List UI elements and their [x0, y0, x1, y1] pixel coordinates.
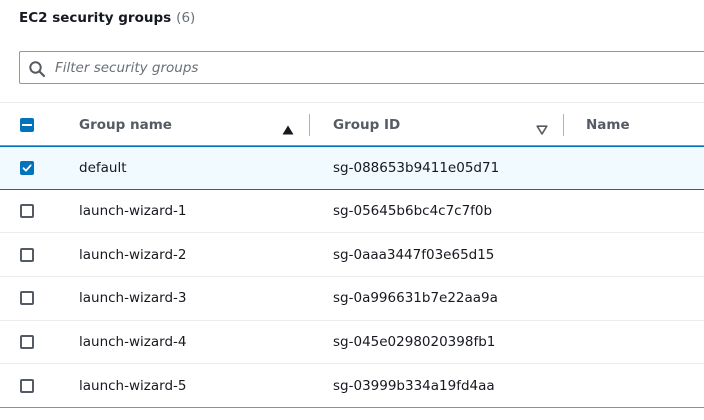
column-divider[interactable]	[563, 114, 564, 136]
group-name-cell: launch-wizard-2	[79, 246, 187, 263]
table-row[interactable]: launch-wizard-4 sg-045e0298020398fb1	[0, 320, 704, 365]
group-name-cell: launch-wizard-5	[79, 377, 187, 394]
group-id-cell: sg-0aaa3447f03e65d15	[333, 246, 495, 263]
column-header-group-id[interactable]: Group ID	[333, 103, 400, 146]
group-name-cell: launch-wizard-1	[79, 203, 187, 220]
panel-title-count: (6)	[176, 10, 196, 26]
table-header: Group name Group ID Name	[0, 102, 704, 146]
security-groups-table: Group name Group ID Name default sg-0886…	[0, 102, 704, 409]
panel-header: EC2 security groups (6)	[19, 8, 195, 28]
row-checkbox[interactable]	[20, 291, 34, 306]
group-id-cell: sg-03999b334a19fd4aa	[333, 377, 495, 394]
select-all-checkbox[interactable]	[20, 118, 34, 132]
table-row[interactable]: launch-wizard-5 sg-03999b334a19fd4aa	[0, 364, 704, 409]
table-row[interactable]: launch-wizard-1 sg-05645b6bc4c7c7f0b	[0, 189, 704, 234]
search-icon	[28, 60, 46, 78]
group-name-cell: launch-wizard-4	[79, 334, 187, 351]
row-checkbox[interactable]	[20, 378, 34, 393]
checkmark-icon	[22, 164, 32, 172]
group-name-cell: launch-wizard-3	[79, 290, 187, 307]
group-name-cell: default	[79, 159, 127, 176]
row-checkbox[interactable]	[20, 247, 34, 262]
table-row[interactable]: launch-wizard-3 sg-0a996631b7e22aa9a	[0, 277, 704, 321]
group-id-cell: sg-0a996631b7e22aa9a	[333, 290, 498, 307]
table-row[interactable]: default sg-088653b9411e05d71	[0, 146, 704, 190]
table-row[interactable]: launch-wizard-2 sg-0aaa3447f03e65d15	[0, 233, 704, 278]
column-header-group-name[interactable]: Group name	[79, 103, 172, 146]
filter-field[interactable]	[19, 51, 704, 84]
column-divider[interactable]	[309, 114, 310, 136]
group-id-cell: sg-045e0298020398fb1	[333, 334, 496, 351]
row-checkbox[interactable]	[20, 335, 34, 350]
panel-title: EC2 security groups	[19, 10, 172, 26]
column-header-name[interactable]: Name	[586, 103, 630, 146]
row-checkbox[interactable]	[20, 204, 34, 219]
sort-ascending-icon[interactable]	[282, 120, 294, 135]
row-checkbox[interactable]	[20, 160, 34, 175]
security-groups-panel: EC2 security groups (6) Group name Group…	[0, 0, 704, 420]
filter-input[interactable]	[55, 52, 695, 83]
group-id-cell: sg-088653b9411e05d71	[333, 159, 500, 176]
sort-descending-icon[interactable]	[536, 120, 548, 135]
group-id-cell: sg-05645b6bc4c7c7f0b	[333, 203, 493, 220]
